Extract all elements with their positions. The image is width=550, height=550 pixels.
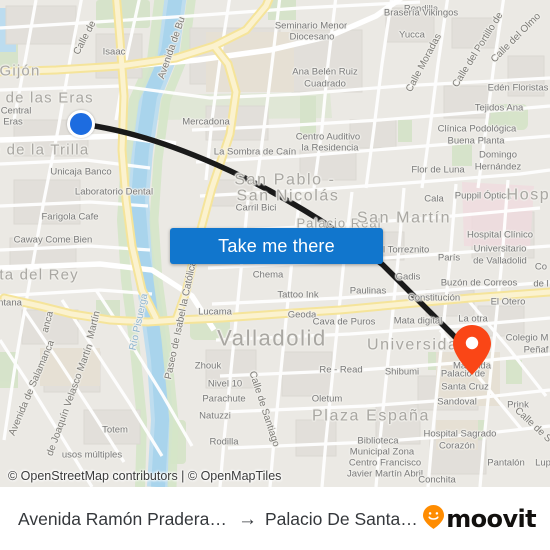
moovit-map-screen: Calle deIsaacAvenida de BuGijónle de las… — [0, 0, 550, 550]
destination-label: Palacio De Santa Cr... — [265, 508, 423, 529]
moovit-pin-icon — [422, 504, 445, 535]
map-attribution[interactable]: © OpenStreetMap contributors | © OpenMap… — [8, 469, 281, 483]
route-summary: Avenida Ramón Pradera 15-... → Palacio D… — [18, 509, 422, 530]
origin-label: Avenida Ramón Pradera 15-... — [18, 508, 230, 529]
take-me-there-button[interactable]: Take me there — [170, 228, 383, 264]
destination-pin-icon[interactable] — [452, 324, 492, 376]
moovit-logo[interactable]: moovit — [422, 504, 537, 535]
origin-dot-icon[interactable] — [67, 110, 95, 138]
moovit-wordmark: moovit — [446, 505, 536, 533]
arrow-right-icon: → — [238, 508, 257, 530]
bottom-bar: Avenida Ramón Pradera 15-... → Palacio D… — [0, 487, 550, 550]
map-canvas[interactable]: Calle deIsaacAvenida de BuGijónle de las… — [0, 0, 550, 487]
